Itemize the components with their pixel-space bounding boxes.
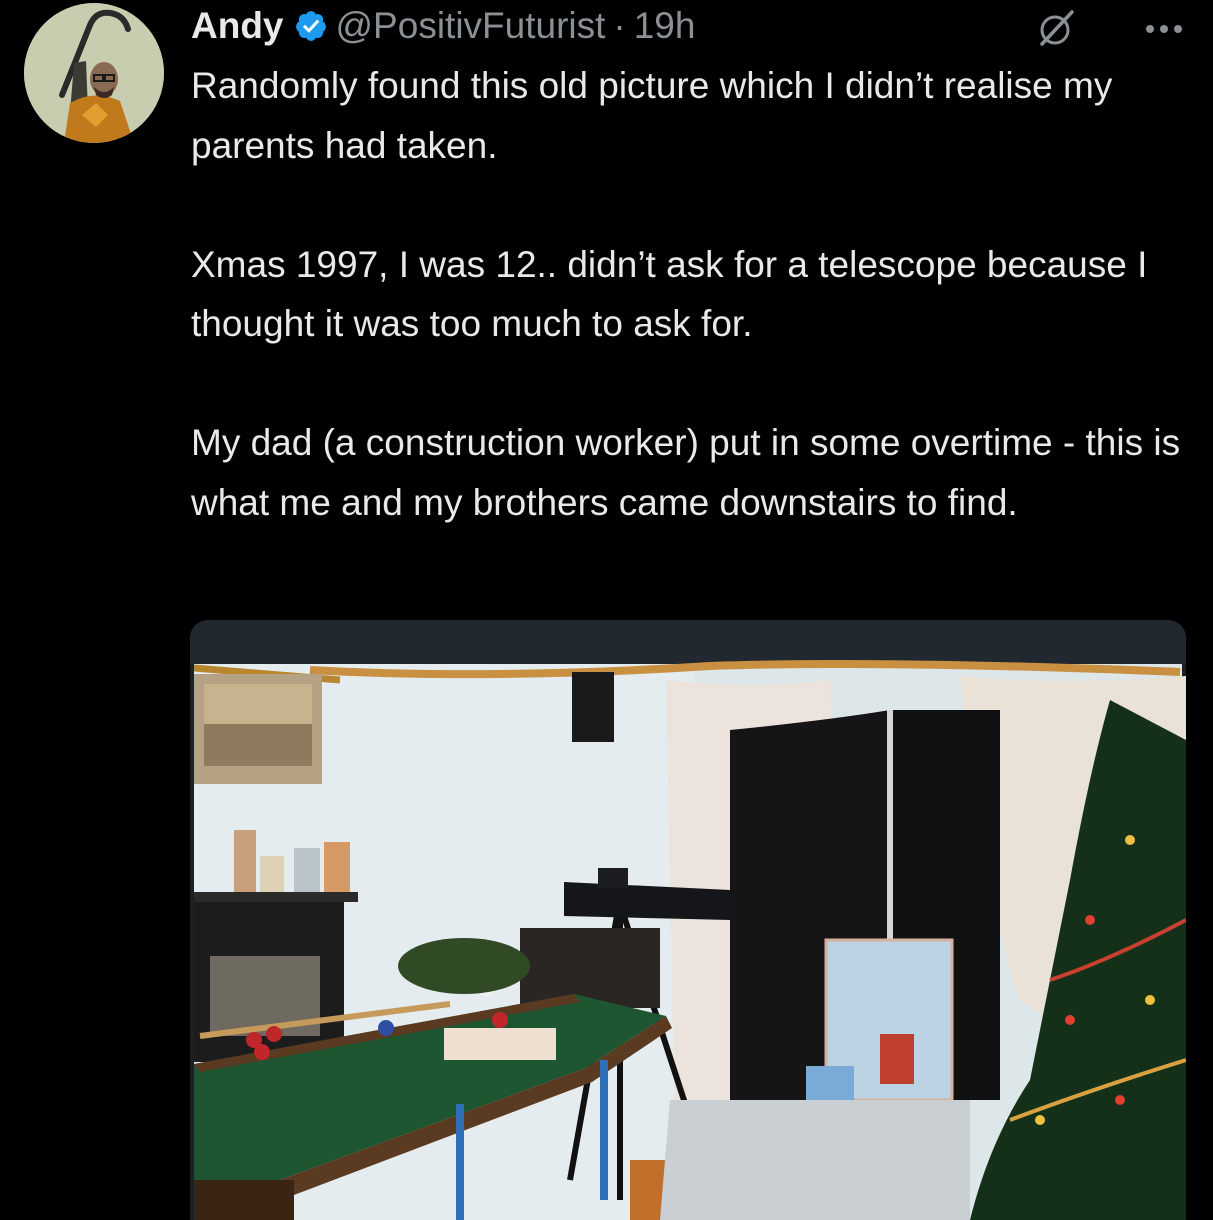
tweet-photo[interactable] — [190, 620, 1186, 1220]
author-name[interactable]: Andy — [191, 5, 284, 47]
christmas-room-photo — [190, 620, 1186, 1220]
tweet-paragraph: My dad (a construction worker) put in so… — [191, 422, 1181, 523]
more-options-icon[interactable] — [1144, 22, 1184, 36]
tweet-text: Randomly found this old picture which I … — [191, 56, 1196, 532]
avatar[interactable] — [24, 3, 164, 143]
grok-icon[interactable] — [1034, 6, 1078, 50]
author-handle[interactable]: @PositivFuturist — [336, 5, 606, 47]
separator-dot: · — [613, 5, 626, 46]
tweet-paragraph: Randomly found this old picture which I … — [191, 65, 1113, 166]
verified-badge-icon — [295, 11, 326, 41]
tweet-paragraph: Xmas 1997, I was 12.. didn’t ask for a t… — [191, 243, 1148, 345]
avatar-image — [24, 3, 164, 143]
post-time[interactable]: 19h — [634, 5, 696, 47]
